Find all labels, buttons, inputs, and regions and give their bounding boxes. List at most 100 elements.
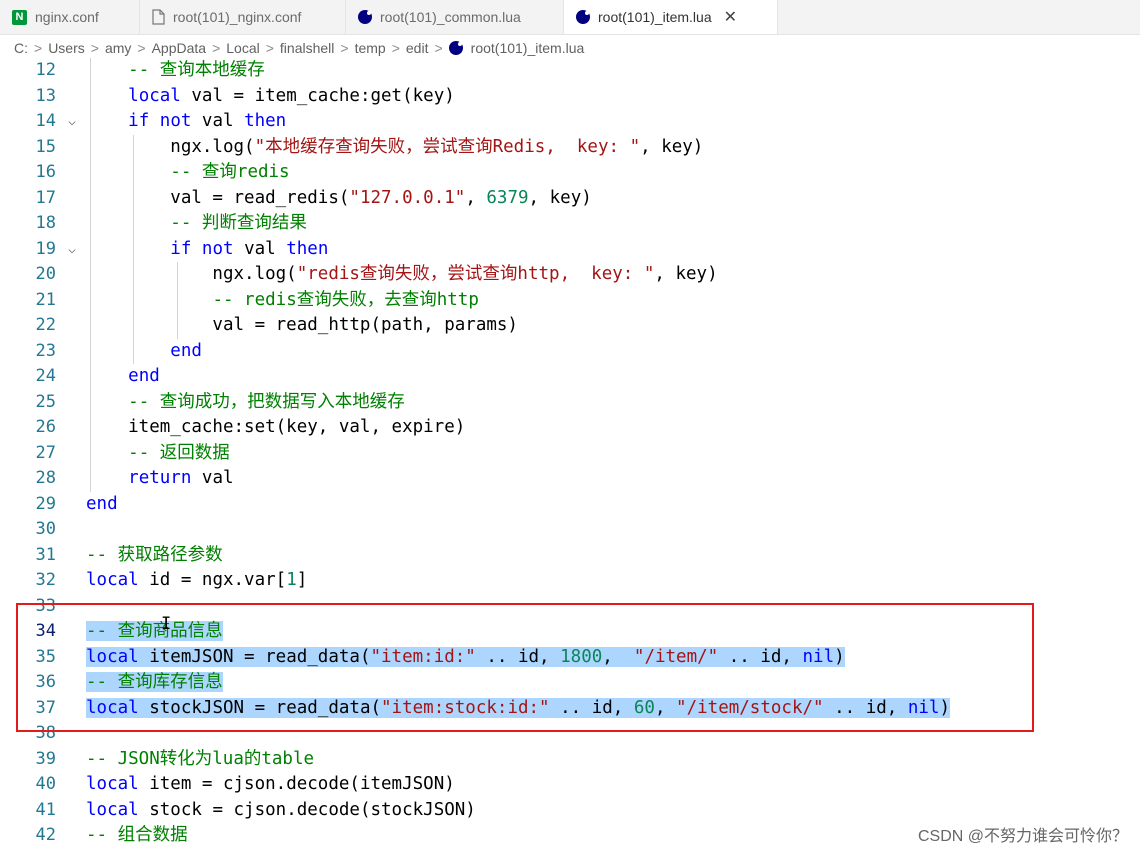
code-line[interactable]: 17 val = read_redis("127.0.0.1", 6379, k… [0,186,1140,212]
fold-chevron-icon[interactable]: ⌵ [64,237,80,263]
line-number: 20 [35,264,56,284]
line-number: 15 [35,136,56,157]
breadcrumb-item[interactable]: edit [406,40,429,56]
code-line[interactable]: 31 -- 获取路径参数 [0,543,1140,569]
code-text: val = read_redis("127.0.0.1", 6379, key) [86,187,592,208]
breadcrumb-file-label: root(101)_item.lua [470,40,585,56]
breadcrumb-item[interactable]: Users [48,40,85,56]
line-number: 28 [35,468,56,488]
code-line[interactable]: 25 -- 查询成功，把数据写入本地缓存 [0,390,1140,416]
code-line[interactable]: 39 -- JSON转化为lua的table [0,747,1140,773]
code-line[interactable]: 29 end [0,492,1140,518]
line-number: 38 [35,723,56,743]
code-text: -- 查询成功，把数据写入本地缓存 [128,391,405,412]
code-line[interactable]: 20 ngx.log("redis查询失败，尝试查询http, key: ", … [0,262,1140,288]
code-line[interactable]: 40 local item = cjson.decode(itemJSON) [0,772,1140,798]
code-editor[interactable]: 12 -- 查询本地缓存 13 local val = item_cache:ge… [0,58,1140,854]
tab-2[interactable]: root(101)_common.lua [346,0,564,34]
code-line[interactable]: 23 end [0,339,1140,365]
breadcrumb-item[interactable]: Local [226,40,259,56]
code-text: ngx.log("redis查询失败，尝试查询http, key: ", key… [86,264,718,284]
code-line[interactable]: 18 -- 判断查询结果 [0,211,1140,237]
code-text: -- 获取路径参数 [86,544,223,565]
line-number: 17 [35,187,56,208]
line-number: 27 [35,442,56,463]
code-text: return val [128,468,234,488]
breadcrumb-item[interactable]: amy [105,40,131,56]
code-text: local item = cjson.decode(itemJSON) [86,774,455,794]
code-line[interactable]: 19 ⌵ if not val then [0,237,1140,263]
code-text: -- 查询商品信息 [86,621,223,641]
code-line[interactable]: 32 local id = ngx.var[1] [0,568,1140,594]
code-text: if not val then [170,238,329,259]
fold-chevron-icon[interactable]: ⌵ [64,109,80,135]
watermark: CSDN @不努力谁会可怜你？ [917,828,1128,845]
code-line[interactable]: 22 val = read_http(path, params) [0,313,1140,339]
code-line[interactable]: 33 [0,594,1140,620]
tab-3[interactable]: root(101)_item.lua ✕ [564,0,778,34]
line-number: 22 [35,315,56,335]
code-text: if not val then [128,111,287,131]
code-line[interactable]: 26 item_cache:set(key, val, expire) [0,415,1140,441]
code-line[interactable]: 37 local stockJSON = read_data("item:stoc… [0,696,1140,722]
line-number: 26 [35,417,56,437]
code-line[interactable]: 28 return val [0,466,1140,492]
nginx-icon: N [12,9,27,25]
chevron-right-icon: > [212,40,221,56]
line-number: 34 [35,621,56,641]
code-text: -- redis查询失败，去查询http [212,289,479,310]
code-line[interactable]: 24 end [0,364,1140,390]
code-line[interactable]: 38 [0,721,1140,747]
line-number: 35 [35,646,56,667]
breadcrumb-item[interactable]: temp [355,40,386,56]
lua-icon [358,10,372,24]
file-icon [152,9,165,25]
tab-1[interactable]: root(101)_nginx.conf [140,0,346,34]
code-text: local val = item_cache:get(key) [128,85,455,106]
chevron-right-icon: > [391,40,400,56]
code-line[interactable]: 13 local val = item_cache:get(key) [0,84,1140,110]
close-icon[interactable]: ✕ [724,7,737,27]
tab-0[interactable]: Nnginx.conf [0,0,140,34]
code-line[interactable]: 34 -- 查询商品信息 [0,619,1140,645]
code-line[interactable]: 35 local itemJSON = read_data("item:id:" … [0,645,1140,671]
code-text: end [86,493,118,514]
editor-tab-bar: Nnginx.conf root(101)_nginx.conf root(101)… [0,0,1140,35]
code-line[interactable]: 15 ngx.log("本地缓存查询失败，尝试查询Redis, key: ", … [0,135,1140,161]
code-text: ngx.log("本地缓存查询失败，尝试查询Redis, key: ", key… [86,136,704,157]
line-number: 25 [35,391,56,412]
line-number: 21 [35,289,56,310]
chevron-right-icon: > [265,40,274,56]
line-number: 32 [35,570,56,590]
line-number: 41 [35,799,56,820]
line-number: 31 [35,544,56,565]
code-line[interactable]: 27 -- 返回数据 [0,441,1140,467]
line-number: 19 [35,238,56,259]
code-text: end [128,366,160,386]
code-text: local stockJSON = read_data("item:stock:… [86,697,951,718]
breadcrumb-item[interactable]: finalshell [280,40,334,56]
line-number: 33 [35,595,56,616]
code-line[interactable]: 36 -- 查询库存信息 [0,670,1140,696]
chevron-right-icon: > [434,40,443,56]
code-text: local id = ngx.var[1] [86,570,308,590]
code-text: val = read_http(path, params) [86,315,518,335]
breadcrumb-item[interactable]: C: [14,40,28,56]
code-text: -- 返回数据 [128,442,230,463]
code-line[interactable]: 14 ⌵ if not val then [0,109,1140,135]
breadcrumb-item[interactable]: AppData [152,40,206,56]
code-line[interactable]: 12 -- 查询本地缓存 [0,58,1140,84]
code-text: -- 组合数据 [86,825,188,845]
breadcrumb-file[interactable]: root(101)_item.lua [448,40,585,56]
line-number: 13 [35,85,56,106]
code-line[interactable]: 21 -- redis查询失败，去查询http [0,288,1140,314]
code-text: local itemJSON = read_data("item:id:" ..… [86,646,845,667]
code-line[interactable]: 16 -- 查询redis [0,160,1140,186]
code-text: local stock = cjson.decode(stockJSON) [86,799,476,820]
code-line[interactable]: 30 [0,517,1140,543]
line-number: 36 [35,672,56,692]
line-number: 23 [35,340,56,361]
indent-guide [177,262,178,339]
code-line[interactable]: 41 local stock = cjson.decode(stockJSON) [0,798,1140,824]
code-text: -- 查询本地缓存 [128,60,265,80]
